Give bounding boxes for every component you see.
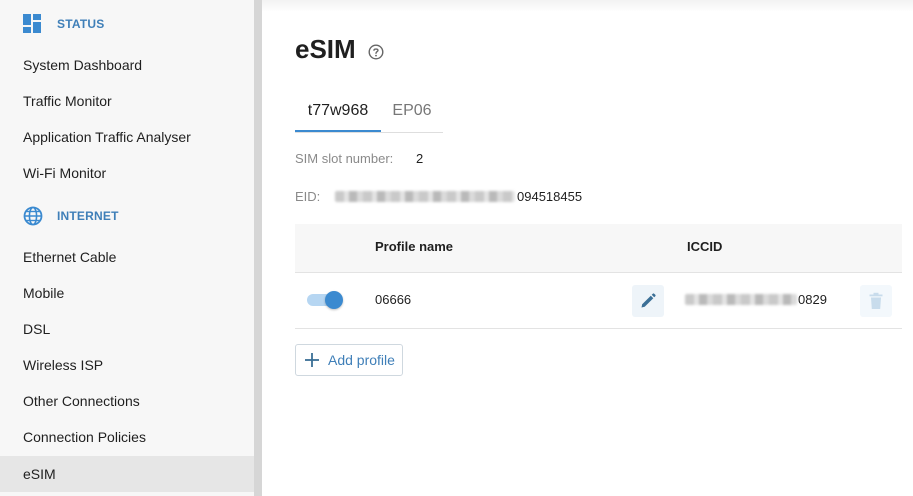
delete-profile-button[interactable] (860, 285, 892, 317)
toggle-knob (325, 291, 343, 309)
edit-profile-button[interactable] (632, 285, 664, 317)
iccid-redacted (685, 294, 797, 305)
section-internet: INTERNET (23, 205, 119, 227)
sidebar-item-ethernet-cable[interactable]: Ethernet Cable (0, 239, 254, 275)
eid-value-suffix: 094518455 (517, 189, 583, 204)
section-label-internet: INTERNET (57, 209, 119, 223)
section-label-status: STATUS (57, 17, 105, 31)
column-iccid: ICCID (687, 239, 723, 254)
profile-enable-toggle[interactable] (307, 291, 343, 309)
profile-name-cell: 06666 (375, 292, 412, 307)
plus-icon (305, 353, 319, 367)
sidebar-item-system-dashboard[interactable]: System Dashboard (0, 47, 254, 83)
tab-t77w968[interactable]: t77w968 (295, 92, 381, 132)
sidebar-item-other-connections[interactable]: Other Connections (0, 383, 254, 419)
sidebar-item-wifi-monitor[interactable]: Wi-Fi Monitor (0, 155, 254, 191)
sidebar-item-mobile[interactable]: Mobile (0, 275, 254, 311)
trash-icon (869, 292, 883, 309)
column-profile-name: Profile name (375, 239, 454, 254)
add-profile-label: Add profile (328, 352, 395, 368)
section-status: STATUS (23, 13, 104, 35)
sidebar-scrollbar[interactable] (254, 0, 262, 496)
profiles-table-header: Profile name ICCID (295, 224, 902, 273)
sidebar-item-traffic-monitor[interactable]: Traffic Monitor (0, 83, 254, 119)
page-title: eSIM (295, 34, 356, 64)
sidebar: STATUS System Dashboard Traffic Monitor … (0, 0, 254, 496)
globe-icon (23, 206, 43, 226)
dashboard-icon (23, 14, 41, 33)
table-row: 06666 0829 (295, 273, 902, 329)
eid-label: EID: (295, 189, 321, 204)
help-icon[interactable] (368, 44, 384, 60)
modem-tabs: t77w968 EP06 (295, 92, 443, 133)
eid-redacted (335, 191, 515, 202)
sidebar-item-application-traffic-analyser[interactable]: Application Traffic Analyser (0, 119, 254, 155)
header-shadow (262, 0, 913, 12)
sidebar-item-wireless-isp[interactable]: Wireless ISP (0, 347, 254, 383)
sidebar-item-connection-policies[interactable]: Connection Policies (0, 419, 254, 455)
sim-slot-label: SIM slot number: (295, 151, 394, 166)
tab-ep06[interactable]: EP06 (381, 92, 443, 130)
add-profile-button[interactable]: Add profile (295, 344, 403, 376)
sidebar-item-dsl[interactable]: DSL (0, 311, 254, 347)
sim-slot-value: 2 (416, 151, 424, 166)
sidebar-item-esim[interactable]: eSIM (0, 456, 254, 492)
pencil-icon (641, 293, 656, 308)
iccid-cell-suffix: 0829 (798, 292, 827, 307)
